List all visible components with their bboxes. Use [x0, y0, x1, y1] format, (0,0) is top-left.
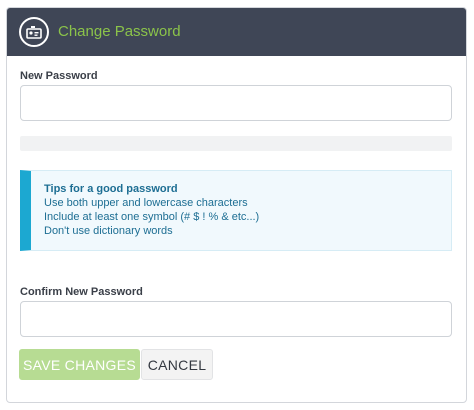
tips-title: Tips for a good password [44, 183, 178, 195]
tip-item: Include at least one symbol (# $ ! % & e… [44, 211, 260, 223]
confirm-password-input[interactable] [20, 301, 452, 337]
change-password-panel: Change Password New Password Tips for a … [6, 7, 467, 403]
id-card-icon [19, 17, 49, 47]
cancel-button[interactable]: CANCEL [141, 349, 213, 380]
save-changes-button[interactable]: SAVE CHANGES [19, 349, 140, 380]
panel-title: Change Password [58, 23, 181, 40]
password-strength-meter [20, 136, 452, 151]
panel-header: Change Password [7, 8, 466, 56]
tip-item: Use both upper and lowercase characters [44, 197, 248, 209]
tip-item: Don't use dictionary words [44, 225, 173, 237]
new-password-input[interactable] [20, 85, 452, 121]
new-password-label: New Password [20, 70, 98, 82]
password-tips-box: Tips for a good password Use both upper … [20, 170, 452, 251]
confirm-password-label: Confirm New Password [20, 286, 143, 298]
